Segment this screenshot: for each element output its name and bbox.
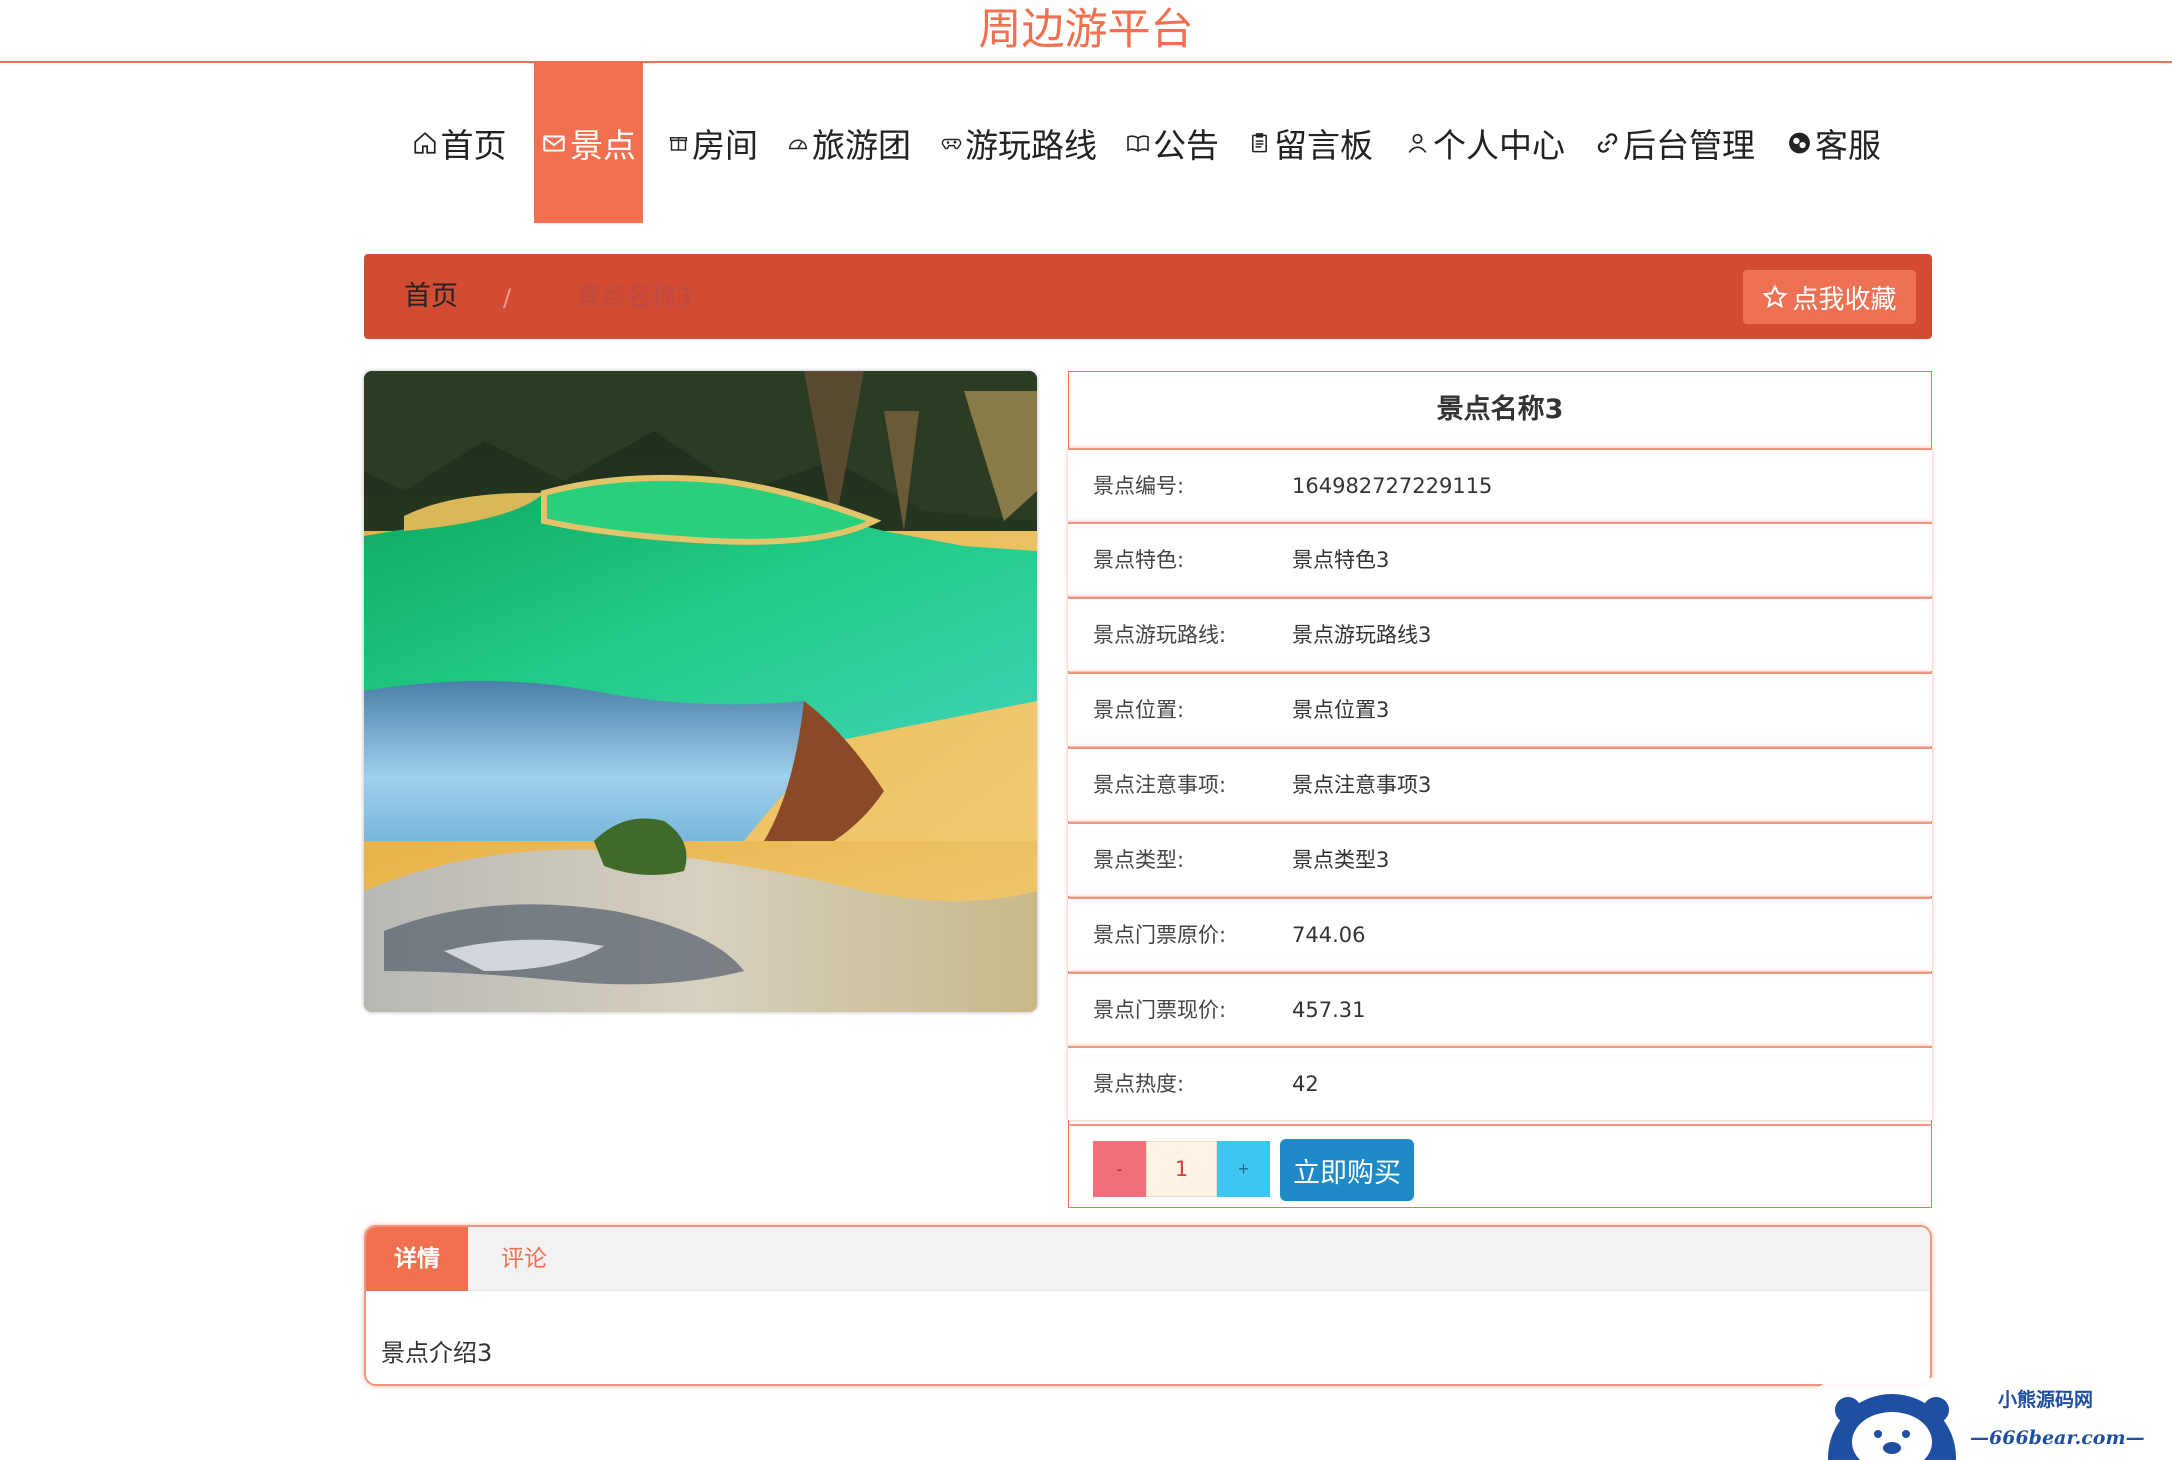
main-nav: 首页 景点 房间 旅游团 游玩路线 公告 留言板 个人中心 后台管理 客服 (0, 63, 2172, 223)
nav-label: 游玩路线 (965, 126, 1097, 165)
nav-item-rooms[interactable]: 房间 (668, 63, 758, 223)
detail-label: 景点类型: (1093, 848, 1185, 872)
detail-row: 景点位置: 景点位置3 (1068, 672, 1932, 746)
detail-value: 景点游玩路线3 (1292, 623, 1432, 647)
detail-row: 景点游玩路线: 景点游玩路线3 (1068, 597, 1932, 671)
detail-value: 457.31 (1292, 998, 1366, 1022)
gamepad-icon (941, 138, 962, 150)
detail-label: 景点热度: (1093, 1072, 1185, 1096)
tab-content: 景点介绍3 (381, 1339, 493, 1367)
nav-label: 个人中心 (1433, 126, 1565, 165)
detail-value: 景点位置3 (1292, 698, 1390, 722)
detail-row: 景点门票原价: 744.06 (1068, 897, 1932, 971)
nav-label: 客服 (1815, 126, 1881, 165)
breadcrumb-current: 景点名称3 (576, 282, 692, 311)
detail-value: 42 (1292, 1072, 1319, 1096)
tab-details[interactable]: 详情 (366, 1227, 468, 1291)
detail-row: 景点特色: 景点特色3 (1068, 522, 1932, 596)
nav-label: 房间 (692, 126, 758, 165)
watermark-brand: 小熊源码网 (1998, 1388, 2093, 1411)
user-icon (1408, 133, 1427, 153)
nav-label: 景点 (570, 126, 636, 165)
nav-item-profile[interactable]: 个人中心 (1405, 63, 1565, 223)
detail-tabs: 详情 评论 景点介绍3 (364, 1225, 1932, 1386)
breadcrumb: 首页 / 景点名称3 点我收藏 (364, 254, 1932, 339)
detail-label: 景点特色: (1093, 548, 1185, 572)
detail-value: 景点特色3 (1292, 548, 1390, 572)
dashboard-icon (789, 139, 807, 150)
mail-icon (543, 135, 565, 152)
nav-label: 公告 (1153, 126, 1219, 165)
detail-label: 景点门票现价: (1093, 998, 1227, 1022)
tab-comments[interactable]: 评论 (468, 1227, 580, 1291)
clipboard-icon (1252, 133, 1267, 153)
attraction-details: 景点名称3 景点编号: 164982727229115 景点特色: 景点特色3 … (1068, 371, 1932, 1208)
nav-label: 旅游团 (812, 126, 911, 165)
attraction-name: 景点名称3 (1436, 394, 1564, 425)
nav-item-home[interactable]: 首页 (409, 63, 509, 223)
detail-label: 景点门票原价: (1093, 923, 1227, 947)
book-icon (1127, 135, 1149, 152)
favorite-label: 点我收藏 (1792, 284, 1897, 315)
nav-item-announcements[interactable]: 公告 (1126, 63, 1219, 223)
detail-label: 景点位置: (1093, 698, 1185, 722)
star-icon (1762, 284, 1789, 309)
detail-label: 景点编号: (1093, 474, 1185, 498)
nav-label: 留言板 (1274, 126, 1373, 165)
buy-now-button[interactable]: 立即购买 (1280, 1139, 1414, 1201)
site-title: 周边游平台 (978, 5, 1194, 55)
nav-item-routes[interactable]: 游玩路线 (941, 63, 1097, 223)
detail-value: 164982727229115 (1292, 474, 1493, 498)
gift-icon (669, 137, 688, 151)
detail-label: 景点游玩路线: (1093, 623, 1227, 647)
nav-item-tour-groups[interactable]: 旅游团 (787, 63, 911, 223)
detail-value: 景点注意事项3 (1292, 773, 1432, 797)
increase-quantity-button[interactable]: + (1217, 1141, 1270, 1197)
home-icon (413, 132, 436, 154)
detail-row: 景点类型: 景点类型3 (1068, 822, 1932, 896)
detail-row: 景点门票现价: 457.31 (1068, 972, 1932, 1046)
nav-item-admin[interactable]: 后台管理 (1595, 63, 1755, 223)
purchase-row: - 1 + 立即购买 (1068, 1124, 1932, 1208)
watermark-url: —666bear.com— (1970, 1427, 2145, 1449)
attraction-photo (364, 371, 1037, 1012)
detail-row: 景点注意事项: 景点注意事项3 (1068, 747, 1932, 821)
detail-value: 景点类型3 (1292, 848, 1390, 872)
link-icon (1597, 133, 1618, 153)
detail-value: 744.06 (1292, 923, 1366, 947)
nav-item-message-board[interactable]: 留言板 (1248, 63, 1373, 223)
tab-bar: 详情 评论 (366, 1227, 1930, 1291)
nav-item-attractions[interactable]: 景点 (534, 63, 643, 223)
bear-logo-icon: 小熊源码网 —666bear.com— (1808, 1378, 2172, 1460)
breadcrumb-home-link[interactable]: 首页 (404, 254, 458, 339)
detail-label: 景点注意事项: (1093, 773, 1227, 797)
detail-row: 景点编号: 164982727229115 (1068, 448, 1932, 522)
favorite-button[interactable]: 点我收藏 (1743, 270, 1916, 324)
nav-label: 后台管理 (1623, 126, 1755, 165)
watermark: 小熊源码网 —666bear.com— (1808, 1372, 2172, 1460)
nav-label: 首页 (440, 126, 507, 165)
nav-item-customer-service[interactable]: 客服 (1787, 63, 1881, 223)
quantity-input[interactable]: 1 (1146, 1141, 1217, 1197)
detail-row: 景点热度: 42 (1068, 1046, 1932, 1120)
breadcrumb-separator: / (503, 284, 512, 312)
decrease-quantity-button[interactable]: - (1093, 1141, 1146, 1197)
chat-icon (1789, 132, 1810, 154)
